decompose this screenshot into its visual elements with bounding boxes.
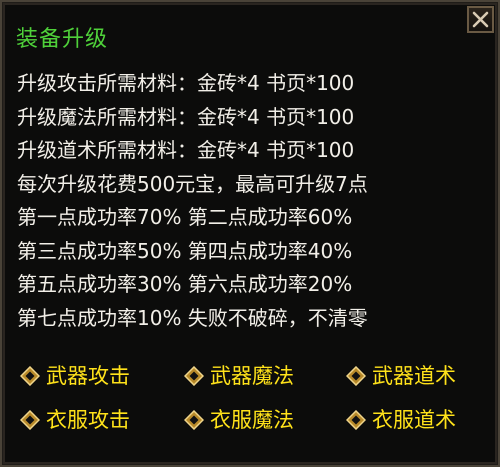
upgrade-info: 升级攻击所需材料：金砖*4 书页*100 升级魔法所需材料：金砖*4 书页*10… [17,68,368,336]
info-success-rate-5-6: 第五点成功率30% 第六点成功率20% [17,272,353,296]
close-button[interactable] [467,6,494,33]
info-magic-materials: 升级魔法所需材料：金砖*4 书页*100 [17,104,355,129]
diamond-bullet-icon [184,410,204,430]
close-icon [472,11,489,28]
option-label: 衣服道术 [372,408,456,432]
option-weapon-taoism[interactable]: 武器道术 [346,360,456,392]
info-attack-materials: 升级攻击所需材料：金砖*4 书页*100 [17,71,355,95]
option-armor-magic[interactable]: 衣服魔法 [184,404,294,436]
option-label: 武器攻击 [46,364,130,388]
diamond-bullet-icon [20,410,40,430]
option-weapon-magic[interactable]: 武器魔法 [184,360,294,392]
info-taoism-materials: 升级道术所需材料：金砖*4 书页*100 [17,138,355,162]
option-armor-attack[interactable]: 衣服攻击 [20,404,130,436]
dialog-title: 装备升级 [16,27,109,52]
upgrade-dialog: 装备升级 升级攻击所需材料：金砖*4 书页*100 升级魔法所需材料：金砖*4 … [0,0,500,467]
option-label: 武器道术 [372,364,456,388]
option-label: 武器魔法 [210,364,294,388]
option-weapon-attack[interactable]: 武器攻击 [20,360,130,392]
info-success-rate-7: 第七点成功率10% 失败不破碎，不清零 [17,305,368,330]
diamond-bullet-icon [346,410,366,430]
info-success-rate-3-4: 第三点成功率50% 第四点成功率40% [17,238,353,263]
diamond-bullet-icon [184,366,204,386]
info-success-rate-1-2: 第一点成功率70% 第二点成功率60% [17,205,353,229]
info-upgrade-cost: 每次升级花费500元宝，最高可升级7点 [17,171,368,196]
diamond-bullet-icon [346,366,366,386]
option-armor-taoism[interactable]: 衣服道术 [346,404,456,436]
option-label: 衣服魔法 [210,408,294,432]
option-label: 衣服攻击 [46,408,130,432]
diamond-bullet-icon [20,366,40,386]
